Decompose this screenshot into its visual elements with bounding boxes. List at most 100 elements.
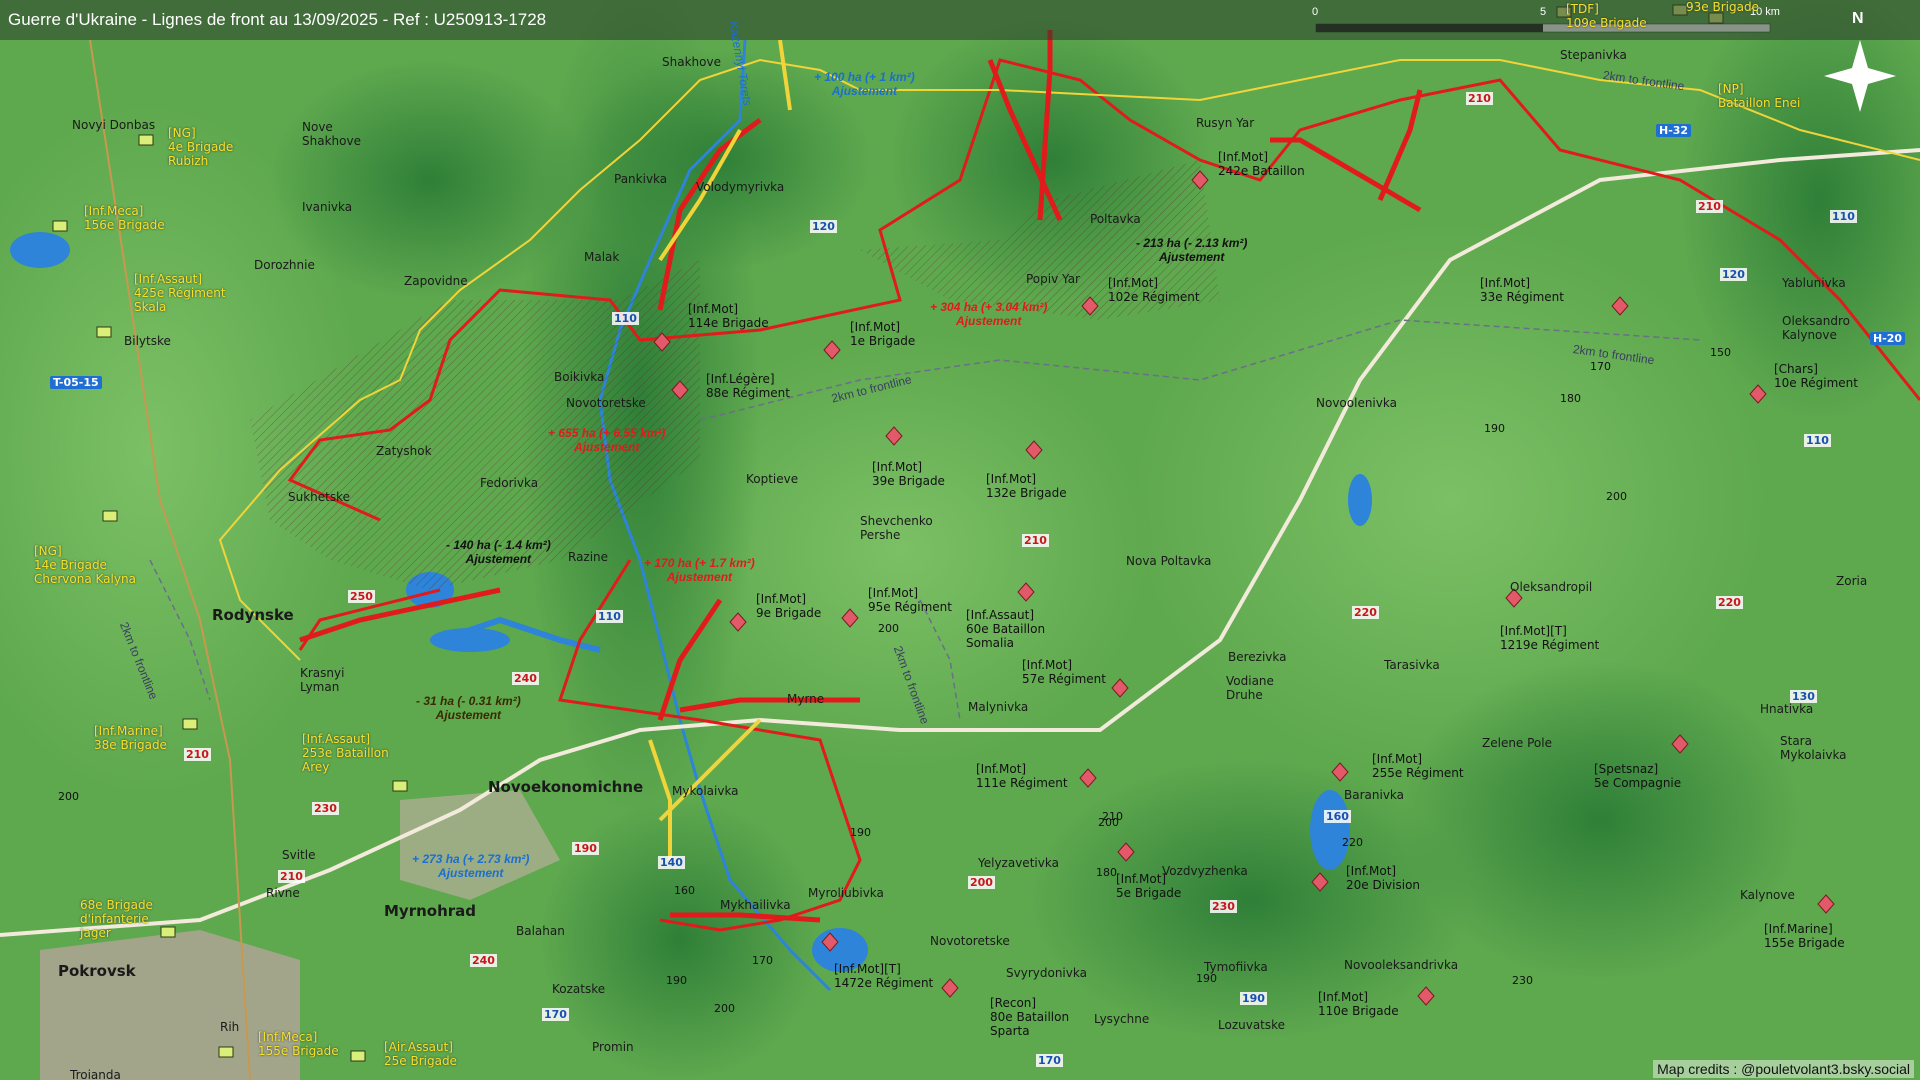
elevation-label: 180 [1560, 392, 1581, 405]
place-label: Bilytske [124, 334, 171, 348]
ua-unit-label[interactable]: [NP] Bataillon Enei [1718, 82, 1800, 110]
highway-shield: T-05-15 [50, 376, 102, 389]
place-label: Ivanivka [302, 200, 353, 214]
place-label: Berezivka [1228, 650, 1287, 664]
ru-unit-label[interactable]: [Inf.Mot] 255e Régiment [1372, 752, 1464, 780]
ru-unit-label[interactable]: [Inf.Mot] 132e Brigade [986, 472, 1067, 500]
ua-unit-icon[interactable] [102, 510, 118, 522]
place-label: Lozuvatske [1218, 1018, 1286, 1032]
ru-unit-label[interactable]: [Recon] 80e Bataillon Sparta [990, 996, 1069, 1038]
place-label: Vodiane Druhe [1226, 674, 1274, 702]
elevation-label: 200 [58, 790, 79, 803]
place-label: Stepanivka [1560, 48, 1627, 62]
ua-unit-icon[interactable] [218, 1046, 234, 1058]
place-label: Pankivka [614, 172, 668, 186]
ru-unit-label[interactable]: [Inf.Mot] 102e Régiment [1108, 276, 1200, 304]
ua-unit-label[interactable]: [NG] 4e Brigade Rubizh [168, 126, 233, 168]
ua-unit-label[interactable]: [NG] 14e Brigade Chervona Kalyna [34, 544, 136, 586]
place-label: Oleksandro Kalynove [1782, 314, 1850, 342]
place-label: Svitle [282, 848, 316, 862]
ua-unit-label[interactable]: [TDF] 109e Brigade [1566, 2, 1647, 30]
ru-unit-label[interactable]: [Inf.Mot] 39e Brigade [872, 460, 945, 488]
ru-unit-label[interactable]: [Inf.Marine] 155e Brigade [1764, 922, 1845, 950]
ru-unit-label[interactable]: [Chars] 10e Régiment [1774, 362, 1858, 390]
place-label: Troianda [70, 1068, 121, 1080]
ru-unit-label[interactable]: [Inf.Mot] 95e Régiment [868, 586, 952, 614]
place-label: Svyrydonivka [1006, 966, 1087, 980]
ua-unit-label[interactable]: [Inf.Meca] 156e Brigade [84, 204, 165, 232]
place-label: Malynivka [968, 700, 1029, 714]
ru-unit-label[interactable]: [Spetsnaz] 5e Compagnie [1594, 762, 1681, 790]
ua-unit-icon[interactable] [96, 326, 112, 338]
ua-unit-label[interactable]: [Inf.Marine] 38e Brigade [94, 724, 167, 752]
place-label: Sukhetske [288, 490, 351, 504]
road-number: 160 [1324, 810, 1351, 823]
scale-label-zero: 0 [1312, 6, 1319, 18]
road-number: 210 [1696, 200, 1723, 213]
ua-unit-icon[interactable] [160, 926, 176, 938]
ru-unit-label[interactable]: [Inf.Légère] 88e Régiment [706, 372, 790, 400]
ua-unit-icon[interactable] [182, 718, 198, 730]
ru-unit-label[interactable]: [Inf.Mot] 114e Brigade [688, 302, 769, 330]
map-canvas[interactable]: Guerre d'Ukraine - Lignes de front au 13… [0, 0, 1920, 1080]
ua-unit-label[interactable]: [Inf.Assaut] 253e Bataillon Arey [302, 732, 389, 774]
place-label: Poltavka [1090, 212, 1141, 226]
ua-unit-icon[interactable] [392, 780, 408, 792]
place-label: Rih [220, 1020, 240, 1034]
ru-unit-label[interactable]: [Inf.Mot] 9e Brigade [756, 592, 821, 620]
road-number: 210 [1022, 534, 1049, 547]
road-number: 110 [596, 610, 623, 623]
place-label: Mykhailivka [720, 898, 791, 912]
place-label: Rodynske [212, 606, 294, 624]
place-label: Rusyn Yar [1196, 116, 1255, 130]
place-label: Koptieve [746, 472, 799, 486]
elevation-label: 190 [850, 826, 871, 839]
ru-unit-label[interactable]: [Inf.Mot] 20e Division [1346, 864, 1420, 892]
ru-unit-label[interactable]: [Inf.Mot] 33e Régiment [1480, 276, 1564, 304]
place-label: Novoolenivka [1316, 396, 1397, 410]
ua-unit-label[interactable]: [Inf.Meca] 155e Brigade [258, 1030, 339, 1058]
road-number: 230 [1210, 900, 1237, 913]
elevation-label: 150 [1710, 346, 1731, 359]
ru-unit-label[interactable]: [Inf.Assaut] 60e Bataillon Somalia [966, 608, 1045, 650]
place-label: Kozatske [552, 982, 606, 996]
place-label: Dorozhnie [254, 258, 315, 272]
ru-unit-label[interactable]: [Inf.Mot] 242e Bataillon [1218, 150, 1305, 178]
place-label: Novooleksandrivka [1344, 958, 1459, 972]
elevation-label: 160 [674, 884, 695, 897]
ru-unit-label[interactable]: [Inf.Mot] 111e Régiment [976, 762, 1068, 790]
ua-unit-label[interactable]: 68e Brigade d'infanterie Jager [80, 898, 153, 940]
elevation-label: 200 [1606, 490, 1627, 503]
territory-adjustment-label: - 140 ha (- 1.4 km²) Ajustement [446, 538, 551, 566]
place-label: Oleksandropil [1510, 580, 1593, 594]
ru-unit-label[interactable]: [Inf.Mot] 5e Brigade [1116, 872, 1181, 900]
ua-unit-label[interactable]: [Air.Assaut] 25e Brigade [384, 1040, 457, 1068]
ru-unit-label[interactable]: [Inf.Mot] 110e Brigade [1318, 990, 1399, 1018]
territory-adjustment-label: + 170 ha (+ 1.7 km²) Ajustement [644, 556, 755, 584]
place-label: Balahan [516, 924, 565, 938]
place-label: Zelene Pole [1482, 736, 1552, 750]
ua-unit-icon[interactable] [52, 220, 68, 232]
ua-unit-label[interactable]: [Inf.Assaut] 425e Régiment Skala [134, 272, 226, 314]
place-label: Nove Shakhove [302, 120, 361, 148]
highway-shield: H-20 [1870, 332, 1906, 345]
ru-unit-label[interactable]: [Inf.Mot][T] 1472e Régiment [834, 962, 933, 990]
place-label: Novoekonomichne [488, 778, 644, 796]
ru-unit-label[interactable]: [Inf.Mot][T] 1219e Régiment [1500, 624, 1599, 652]
ua-unit-icon[interactable] [350, 1050, 366, 1062]
road-number: 210 [1466, 92, 1493, 105]
north-arrow-icon: N [1852, 10, 1864, 27]
elevation-label: 180 [1096, 866, 1117, 879]
ru-unit-label[interactable]: [Inf.Mot] 57e Régiment [1022, 658, 1106, 686]
ru-unit-label[interactable]: [Inf.Mot] 1e Brigade [850, 320, 915, 348]
road-number: 240 [512, 672, 539, 685]
territory-adjustment-label: - 213 ha (- 2.13 km²) Ajustement [1136, 236, 1248, 264]
place-label: Fedorivka [480, 476, 539, 490]
place-label: Yelyzavetivka [978, 856, 1059, 870]
territory-adjustment-label: + 655 ha (+ 6.55 km²) Ajustement [548, 426, 666, 454]
road-number: 250 [348, 590, 375, 603]
ua-unit-label[interactable]: 93e Brigade [1686, 0, 1759, 14]
place-label: Promin [592, 1040, 634, 1054]
ua-unit-icon[interactable] [138, 134, 154, 146]
place-label: Razine [568, 550, 609, 564]
